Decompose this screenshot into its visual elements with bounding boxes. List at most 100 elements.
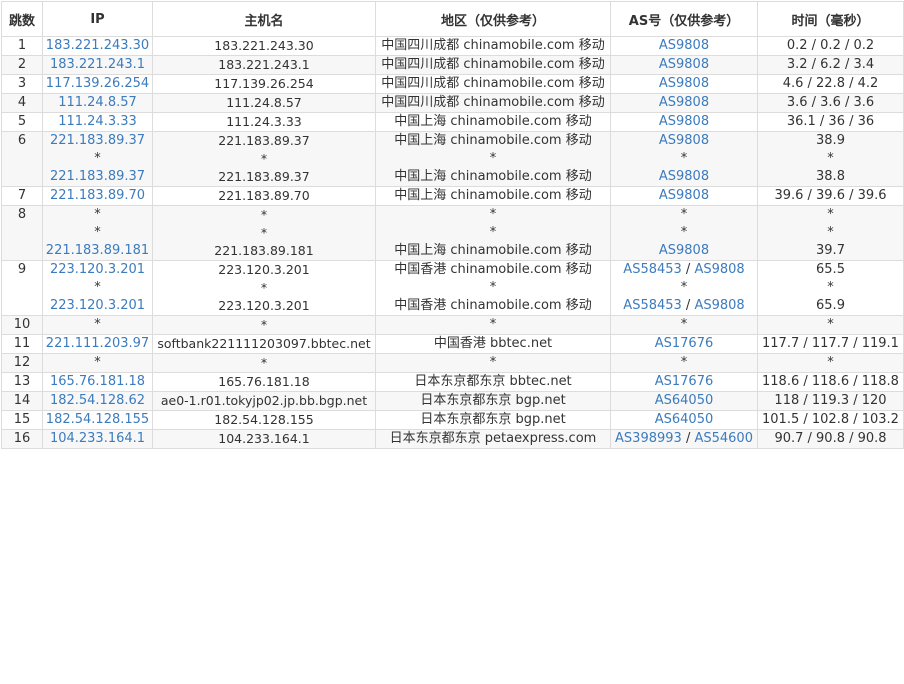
as-link[interactable]: AS54600: [694, 431, 753, 446]
region-text: 日本东京都东京 bbtec.net: [414, 374, 572, 389]
as-link[interactable]: AS58453: [623, 298, 682, 313]
ip-link[interactable]: 104.233.164.1: [44, 431, 152, 448]
time-text: 101.5 / 102.8 / 103.2: [762, 412, 899, 427]
hostname-cell: *: [152, 353, 376, 373]
time-cell: 4.6 / 22.8 / 4.2: [757, 74, 904, 94]
ip-link[interactable]: 182.54.128.155: [44, 412, 152, 429]
hostname-text: 111.24.8.57: [226, 95, 302, 110]
as-line: AS9808: [612, 133, 757, 151]
ip-link[interactable]: 111.24.8.57: [44, 95, 152, 112]
region-text: 中国上海 chinamobile.com 移动: [394, 243, 592, 258]
hostname-text: 223.120.3.201: [218, 262, 310, 277]
as-cell: AS9808: [610, 186, 758, 206]
ip-link[interactable]: 183.221.243.30: [44, 38, 152, 55]
as-link[interactable]: AS9808: [659, 114, 709, 129]
region-text: 日本东京都东京 bgp.net: [420, 393, 566, 408]
as-line: *: [612, 317, 757, 334]
as-link[interactable]: AS9808: [694, 298, 744, 313]
as-separator: /: [681, 431, 695, 446]
ip-cell: * * 221.183.89.181: [42, 205, 153, 261]
as-link[interactable]: AS17676: [655, 336, 714, 351]
as-timeout: *: [680, 151, 688, 166]
as-link[interactable]: AS9808: [659, 57, 709, 72]
as-line: AS9808: [612, 38, 757, 55]
as-link[interactable]: AS58453: [623, 262, 682, 277]
ip-link[interactable]: 165.76.181.18: [44, 374, 152, 391]
hop-number: 8: [1, 205, 43, 261]
as-link[interactable]: AS64050: [655, 393, 714, 408]
as-link[interactable]: AS9808: [659, 188, 709, 203]
time-text: *: [827, 151, 834, 166]
region-text: *: [489, 151, 497, 166]
time-cell: 0.2 / 0.2 / 0.2: [757, 36, 904, 56]
as-timeout: *: [680, 225, 688, 240]
as-link[interactable]: AS9808: [659, 169, 709, 184]
hop-number: 1: [1, 36, 43, 56]
hostname-text: 221.183.89.37: [218, 133, 310, 148]
ip-timeout: *: [94, 317, 101, 332]
time-text: *: [827, 317, 834, 332]
as-link[interactable]: AS9808: [659, 38, 709, 53]
as-link[interactable]: AS17676: [655, 374, 714, 389]
ip-link[interactable]: 221.183.89.70: [44, 188, 152, 205]
table-row: 2 183.221.243.1 183.221.243.1 中国四川成都 chinam…: [1, 55, 904, 75]
as-line: AS9808: [612, 188, 757, 205]
region-text: 中国四川成都 chinamobile.com 移动: [381, 76, 605, 91]
region-text: 中国四川成都 chinamobile.com 移动: [381, 95, 605, 110]
ip-link[interactable]: 221.183.89.37: [44, 133, 152, 151]
as-link[interactable]: AS9808: [659, 133, 709, 148]
as-timeout: *: [680, 207, 688, 222]
hop-number: 11: [1, 334, 43, 354]
table-row: 7 221.183.89.70 221.183.89.70 中国上海 chinamob…: [1, 186, 904, 206]
as-link[interactable]: AS9808: [694, 262, 744, 277]
hostname-cell: 111.24.3.33: [152, 112, 376, 132]
ip-cell: 221.183.89.70: [42, 186, 153, 206]
hop-number: 16: [1, 429, 43, 449]
ip-cell: 183.221.243.1: [42, 55, 153, 75]
as-link[interactable]: AS64050: [655, 412, 714, 427]
as-cell: AS17676: [610, 372, 758, 392]
as-link[interactable]: AS9808: [659, 243, 709, 258]
ip-link[interactable]: 221.111.203.97: [44, 336, 152, 353]
ip-cell: 182.54.128.62: [42, 391, 153, 411]
ip-timeout: *: [94, 207, 101, 222]
hostname-text: softbank221111203097.bbtec.net: [157, 336, 371, 351]
ip-link[interactable]: 183.221.243.1: [44, 57, 152, 74]
as-cell: *: [610, 353, 758, 373]
ip-link[interactable]: 223.120.3.201: [44, 297, 152, 315]
ip-cell: 182.54.128.155: [42, 410, 153, 430]
hop-number: 6: [1, 131, 43, 187]
hostname-text: 111.24.3.33: [226, 114, 302, 129]
as-line: AS58453 / AS9808: [612, 297, 757, 315]
ip-link[interactable]: 221.183.89.181: [44, 242, 152, 260]
hostname-cell: 183.221.243.30: [152, 36, 376, 56]
as-link[interactable]: AS9808: [659, 95, 709, 110]
table-row: 5 111.24.3.33 111.24.3.33 中国上海 chinamobile.…: [1, 112, 904, 132]
ip-cell: 117.139.26.254: [42, 74, 153, 94]
hostname-text: *: [260, 355, 268, 370]
as-link[interactable]: AS9808: [659, 76, 709, 91]
ip-cell: *: [42, 315, 153, 335]
ip-cell: 221.183.89.37 * 221.183.89.37: [42, 131, 153, 187]
as-cell: * * AS9808: [610, 205, 758, 261]
as-line: AS398993 / AS54600: [612, 431, 757, 448]
time-cell: 36.1 / 36 / 36: [757, 112, 904, 132]
ip-link[interactable]: 111.24.3.33: [44, 114, 152, 131]
time-cell: 3.6 / 3.6 / 3.6: [757, 93, 904, 113]
as-link[interactable]: AS398993: [615, 431, 682, 446]
ip-link[interactable]: 117.139.26.254: [44, 76, 152, 93]
region-text: 中国四川成都 chinamobile.com 移动: [381, 57, 605, 72]
ip-link[interactable]: 221.183.89.37: [44, 168, 152, 186]
region-text: 中国四川成都 chinamobile.com 移动: [381, 38, 605, 53]
hostname-text: *: [260, 317, 268, 332]
hop-number: 10: [1, 315, 43, 335]
as-cell: AS9808: [610, 112, 758, 132]
hop-number: 3: [1, 74, 43, 94]
table-row: 8 * * 221.183.89.181 * * 221.183.89.181 * * 中国上海 …: [1, 205, 904, 261]
ip-link[interactable]: 223.120.3.201: [44, 262, 152, 280]
as-separator: /: [681, 262, 695, 277]
region-text: 日本东京都东京 petaexpress.com: [389, 431, 597, 446]
hostname-text: 221.183.89.70: [218, 188, 310, 203]
as-line: AS58453 / AS9808: [612, 262, 757, 280]
ip-link[interactable]: 182.54.128.62: [44, 393, 152, 410]
